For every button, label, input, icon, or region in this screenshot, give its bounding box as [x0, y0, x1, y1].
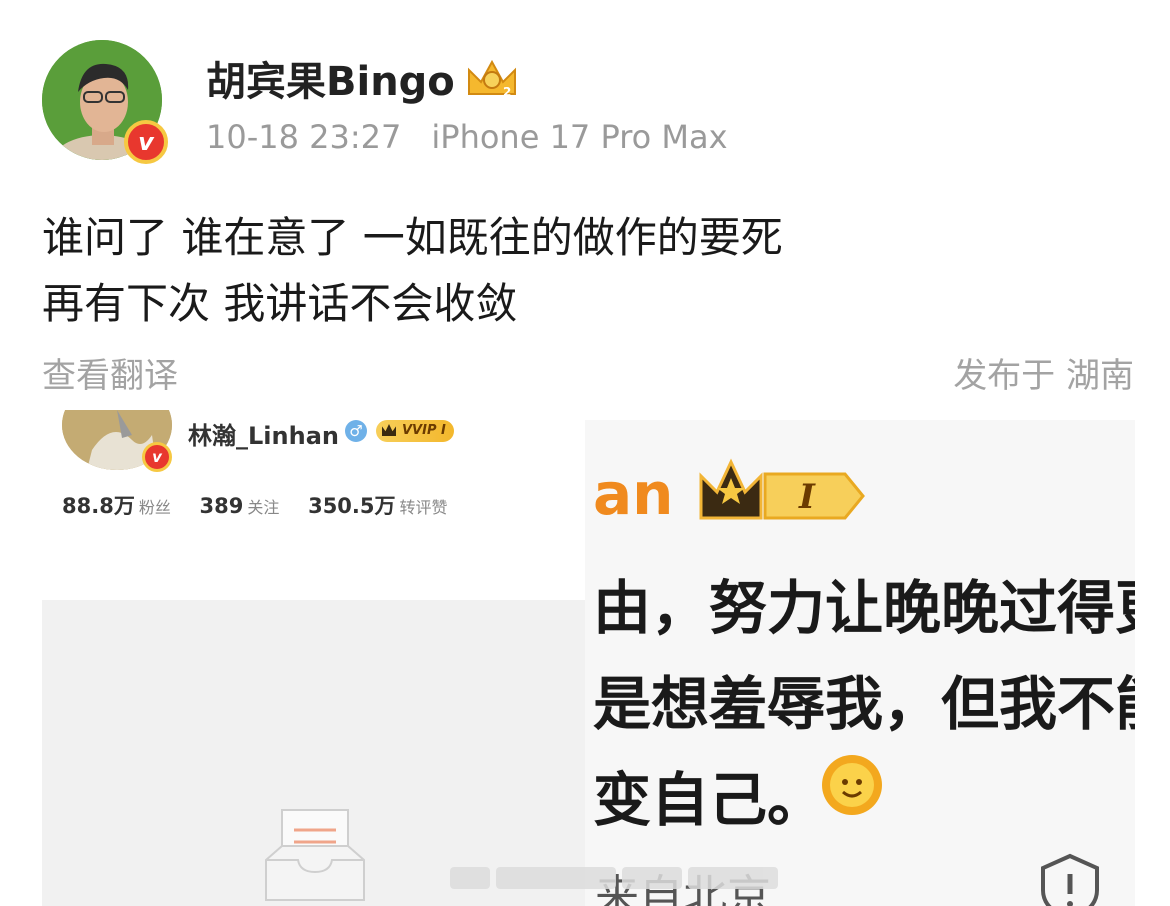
post-location: 发布于 湖南: [953, 356, 1134, 396]
svg-text:2: 2: [503, 85, 511, 99]
embedded-stats: 88.8万 粉丝 389 关注 350.5万 转评赞: [62, 490, 470, 520]
author-avatar[interactable]: v: [42, 40, 168, 164]
stat-following: 389 关注: [199, 494, 280, 518]
post-device: iPhone 17 Pro Max: [431, 118, 728, 156]
translate-button[interactable]: 查看翻译: [42, 348, 178, 397]
post-text-line: 谁问了 谁在意了 一如既往的做作的要死: [42, 213, 783, 262]
vvip-badge: VVIP I: [376, 420, 454, 442]
watermark-block: [450, 867, 490, 889]
embedded-text-line: 由，努力让晚晚过得更: [593, 574, 1135, 642]
vip-level-text: I: [798, 477, 816, 517]
embedded-verified-icon: v: [142, 442, 172, 472]
post-header: v 胡宾果Bingo 2 10-18 23:27 iPhone 17 Pro Ma…: [42, 40, 1142, 170]
watermark-block: [622, 867, 682, 889]
watermark: [450, 860, 778, 896]
embedded-username: 林瀚_Linhan: [188, 422, 339, 450]
watermark-block: [688, 867, 778, 889]
attached-image-left[interactable]: v 林瀚_Linhan ♂ VVIP I 88.8万 粉丝 389 关注 350.5…: [42, 410, 585, 906]
author-username[interactable]: 胡宾果Bingo: [206, 49, 455, 107]
svip-crown-icon: I: [699, 458, 865, 520]
username-row: 胡宾果Bingo 2: [206, 49, 519, 107]
post-meta: 10-18 23:27 iPhone 17 Pro Max: [206, 118, 728, 156]
embedded-text-line: 是想羞辱我，但我不能: [593, 670, 1135, 738]
post-body: 谁问了 谁在意了 一如既往的做作的要死 再有下次 我讲话不会收敛: [42, 205, 783, 337]
stat-engagement: 350.5万 转评赞: [308, 494, 448, 518]
post-text-line: 再有下次 我讲话不会收敛: [42, 279, 518, 328]
watermark-block: [496, 867, 616, 889]
crown-icon: 2: [467, 59, 516, 99]
stat-followers: 88.8万 粉丝: [62, 494, 171, 518]
post-timestamp: 10-18 23:27: [206, 118, 402, 156]
verified-v-icon: v: [124, 120, 168, 164]
warning-shield-icon: [1041, 853, 1099, 906]
empty-box-icon: [265, 809, 365, 901]
sun-emoji-icon: [822, 755, 882, 815]
male-gender-icon: ♂: [345, 420, 367, 442]
embedded-name-fragment: an: [593, 460, 674, 528]
attached-image-right[interactable]: an I 由，努力让晚晚过得更 是想羞辱我，但我不能 变自己。 来自北京: [585, 420, 1135, 906]
